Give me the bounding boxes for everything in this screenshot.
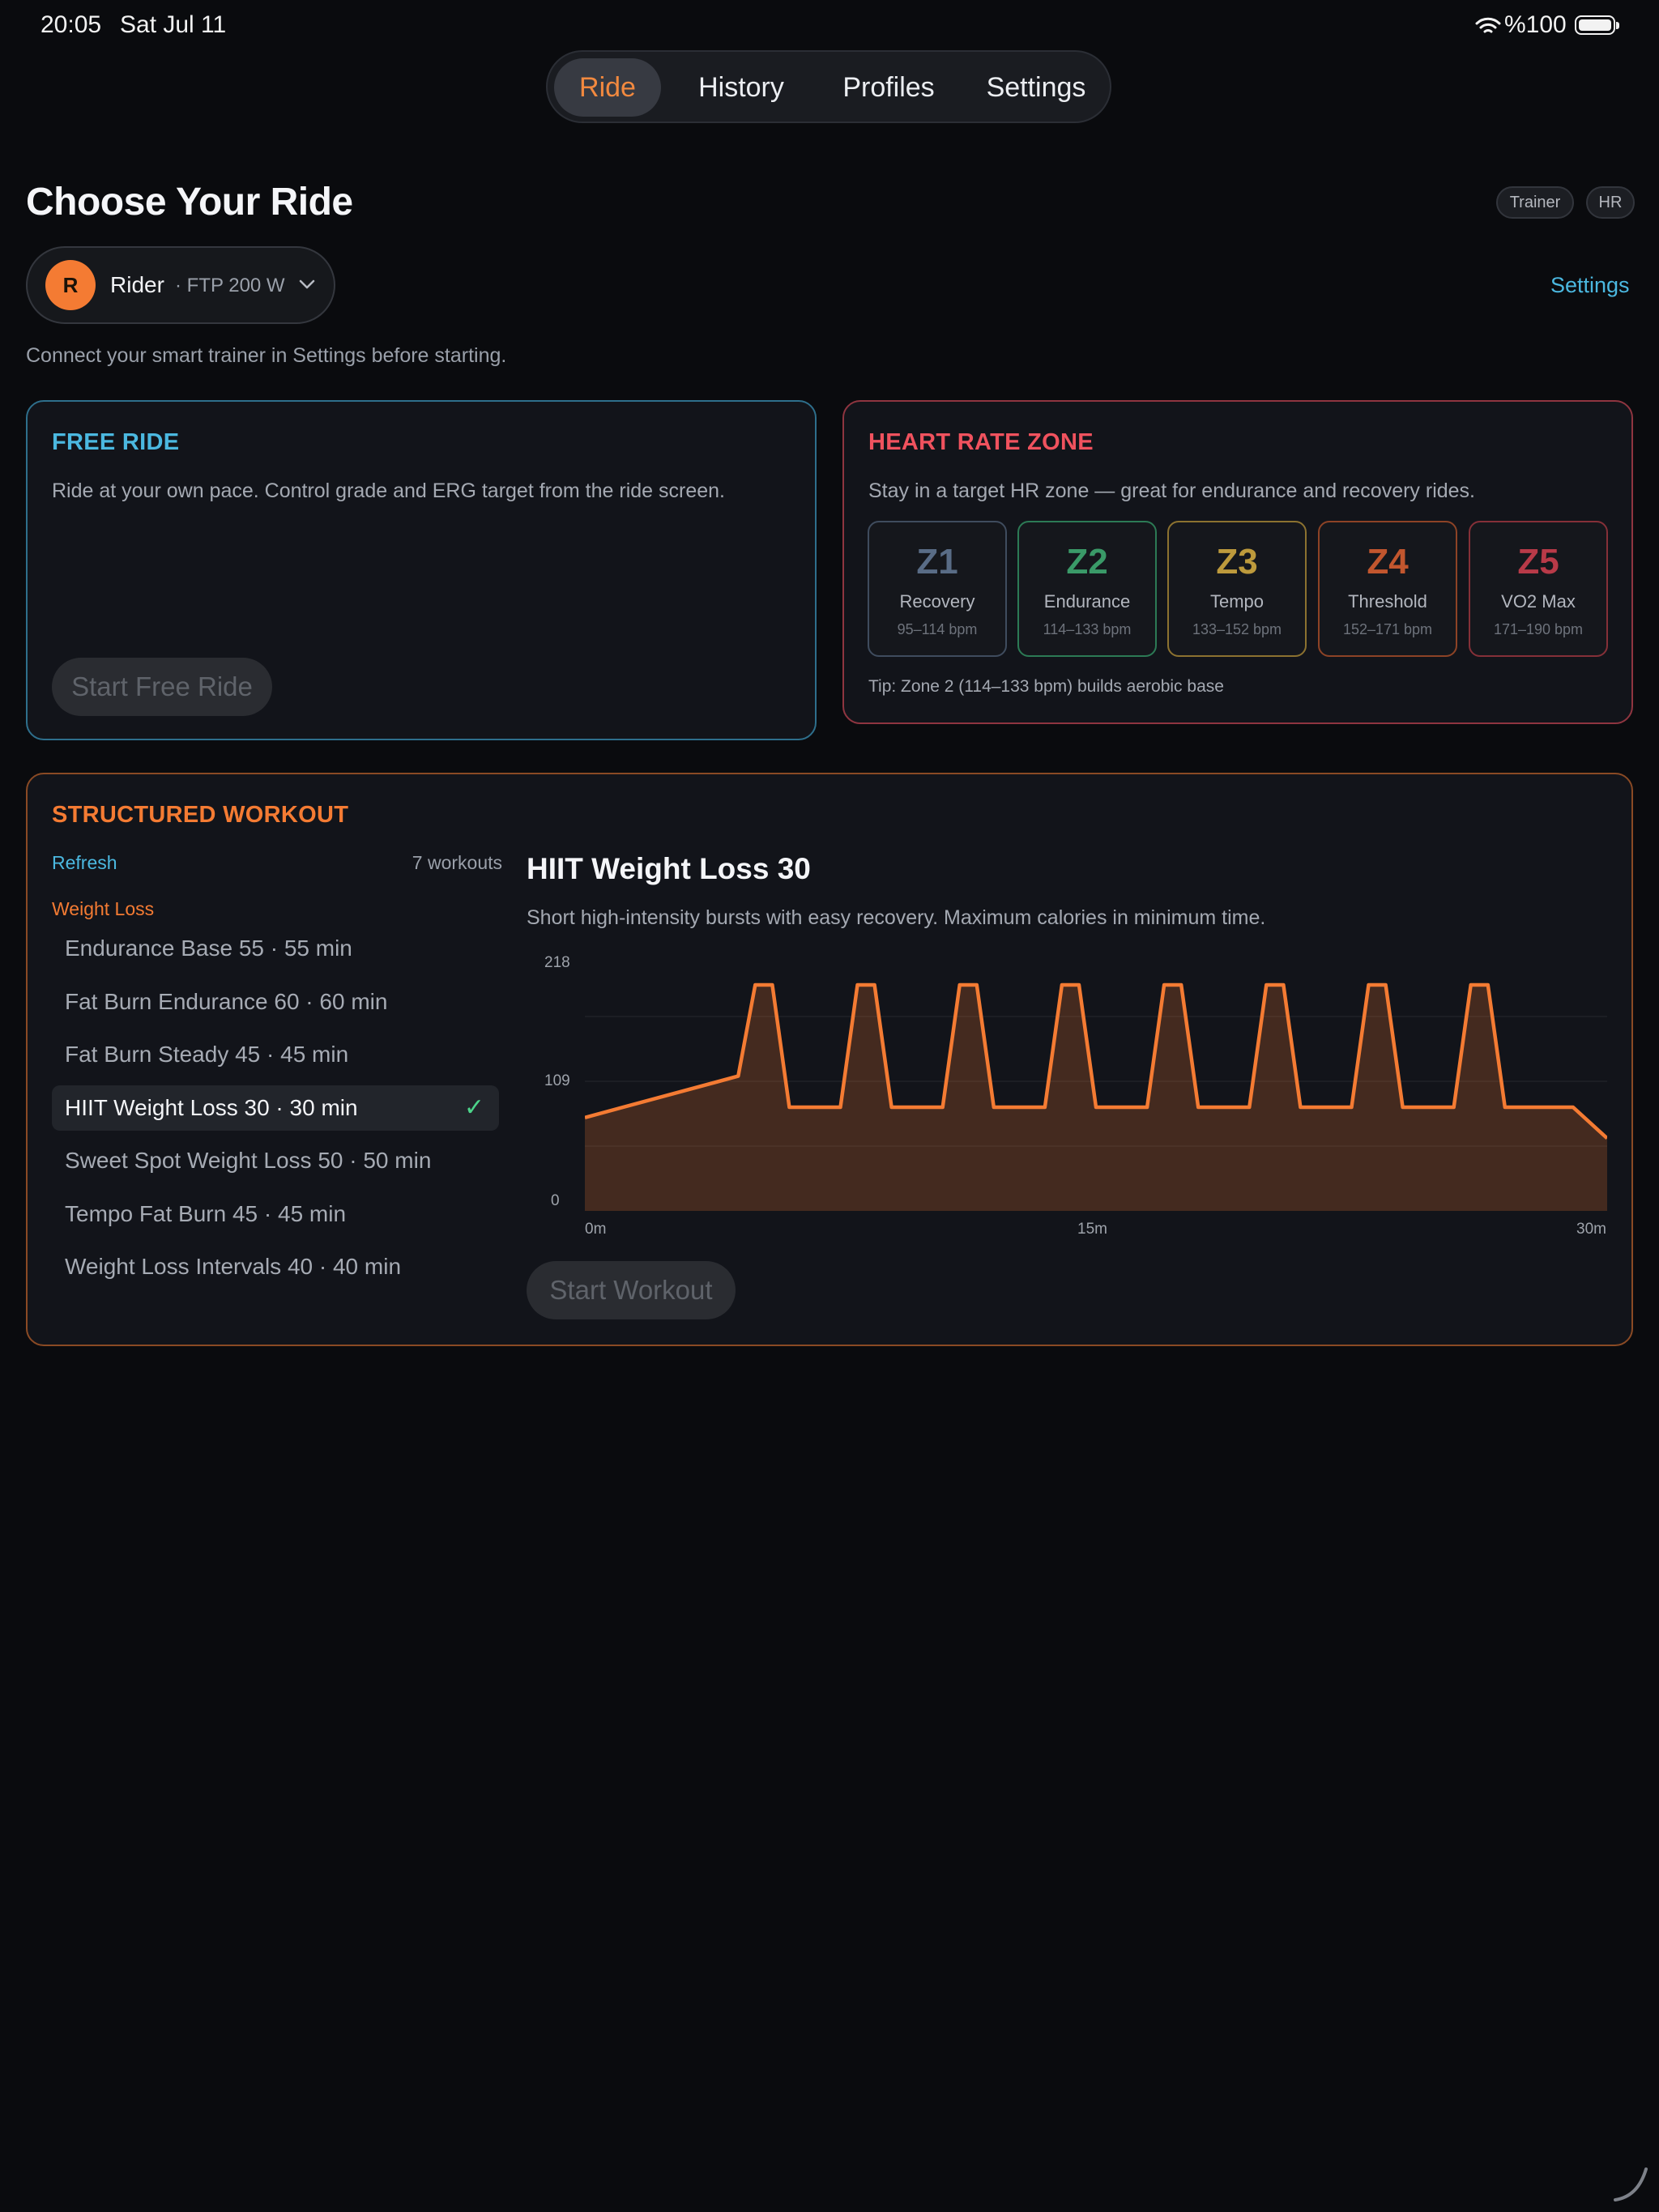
workout-item[interactable]: Endurance Base 55 · 55 min [52, 926, 499, 971]
structured-workout-title: STRUCTURED WORKOUT [52, 802, 349, 828]
zone-name: Endurance [1043, 591, 1131, 612]
free-ride-title: FREE RIDE [52, 429, 180, 455]
zone-label: Z2 [1066, 542, 1108, 582]
refresh-button[interactable]: Refresh [52, 852, 117, 874]
start-free-ride-button[interactable]: Start Free Ride [52, 658, 272, 716]
free-ride-card: FREE RIDE Ride at your own pace. Control… [26, 400, 817, 740]
zone-range: 171–190 bpm [1493, 621, 1584, 637]
zone-range: 152–171 bpm [1342, 621, 1433, 637]
workout-item[interactable]: Fat Burn Endurance 60 · 60 min [52, 979, 499, 1025]
y-tick-label: 109 [544, 1072, 570, 1089]
zone-name: Threshold [1348, 591, 1427, 612]
wifi-icon [1475, 17, 1501, 33]
hr-zone-title: HEART RATE ZONE [868, 429, 1094, 455]
chevron-down-icon [299, 279, 315, 289]
avatar: R [45, 260, 96, 310]
workout-item[interactable]: Sweet Spot Weight Loss 50 · 50 min [52, 1138, 499, 1183]
x-tick-label: 0m [585, 1221, 607, 1238]
workout-item[interactable]: Tempo Fat Burn 45 · 45 min [52, 1191, 499, 1237]
battery-icon [1575, 15, 1619, 35]
workout-item-label: HIIT Weight Loss 30 · 30 min [65, 1095, 358, 1120]
workout-power-chart [585, 982, 1607, 1211]
trainer-status-chip[interactable]: Trainer [1496, 186, 1574, 219]
hr-zone-description: Stay in a target HR zone — great for end… [868, 479, 1475, 502]
zone-z2-button[interactable]: Z2 Endurance 114–133 bpm [1017, 521, 1157, 657]
zone-name: VO2 Max [1501, 591, 1576, 612]
connect-notice: Connect your smart trainer in Settings b… [26, 344, 507, 367]
zone-label: Z1 [916, 542, 958, 582]
zone-z3-button[interactable]: Z3 Tempo 133–152 bpm [1167, 521, 1307, 657]
y-tick-label: 0 [551, 1192, 560, 1209]
start-workout-button[interactable]: Start Workout [527, 1261, 736, 1319]
rider-selector[interactable]: R Rider · FTP 200 W [26, 246, 335, 324]
resize-handle-icon[interactable] [1610, 2163, 1653, 2205]
hr-status-chip[interactable]: HR [1586, 186, 1635, 219]
workout-detail-description: Short high-intensity bursts with easy re… [527, 906, 1266, 929]
category-label: Weight Loss [52, 898, 155, 919]
y-tick-label: 218 [544, 954, 570, 971]
tab-ride[interactable]: Ride [554, 58, 661, 117]
zone-z1-button[interactable]: Z1 Recovery 95–114 bpm [868, 521, 1007, 657]
page-title: Choose Your Ride [26, 181, 353, 224]
zone-z5-button[interactable]: Z5 VO2 Max 171–190 bpm [1469, 521, 1608, 657]
zone-label: Z4 [1367, 542, 1409, 582]
zone-name: Tempo [1209, 591, 1265, 612]
rider-name: Rider [110, 272, 164, 297]
battery-percent: %100 [1504, 11, 1567, 38]
zone-name: Recovery [899, 591, 975, 612]
x-tick-label: 30m [1576, 1221, 1606, 1238]
x-tick-label: 15m [1077, 1221, 1107, 1238]
zone-label: Z3 [1216, 542, 1258, 582]
zone-range: 114–133 bpm [1043, 621, 1132, 637]
workout-item[interactable]: Fat Burn Steady 45 · 45 min [52, 1032, 499, 1077]
workout-item[interactable]: Weight Loss Intervals 40 · 40 min [52, 1244, 499, 1289]
workout-count: 7 workouts [412, 852, 502, 873]
tab-profiles[interactable]: Profiles [820, 58, 957, 117]
zone-range: 95–114 bpm [897, 621, 978, 637]
tab-settings[interactable]: Settings [967, 58, 1105, 117]
hr-zone-tip: Tip: Zone 2 (114–133 bpm) builds aerobic… [868, 677, 1224, 696]
zone-range: 133–152 bpm [1192, 621, 1282, 637]
zone-z4-button[interactable]: Z4 Threshold 152–171 bpm [1318, 521, 1457, 657]
workout-item-selected[interactable]: HIIT Weight Loss 30 · 30 min ✓ [52, 1085, 499, 1131]
rider-ftp: · FTP 200 W [175, 275, 285, 296]
status-time: 20:05 [41, 11, 102, 38]
workout-detail-title: HIIT Weight Loss 30 [527, 852, 811, 885]
check-icon: ✓ [463, 1094, 484, 1121]
tab-history[interactable]: History [672, 58, 810, 117]
settings-link[interactable]: Settings [1550, 273, 1630, 298]
status-date: Sat Jul 11 [120, 11, 227, 38]
main-tab-bar: Ride History Profiles Settings [546, 50, 1111, 123]
zone-label: Z5 [1517, 542, 1559, 582]
free-ride-description: Ride at your own pace. Control grade and… [52, 479, 725, 502]
